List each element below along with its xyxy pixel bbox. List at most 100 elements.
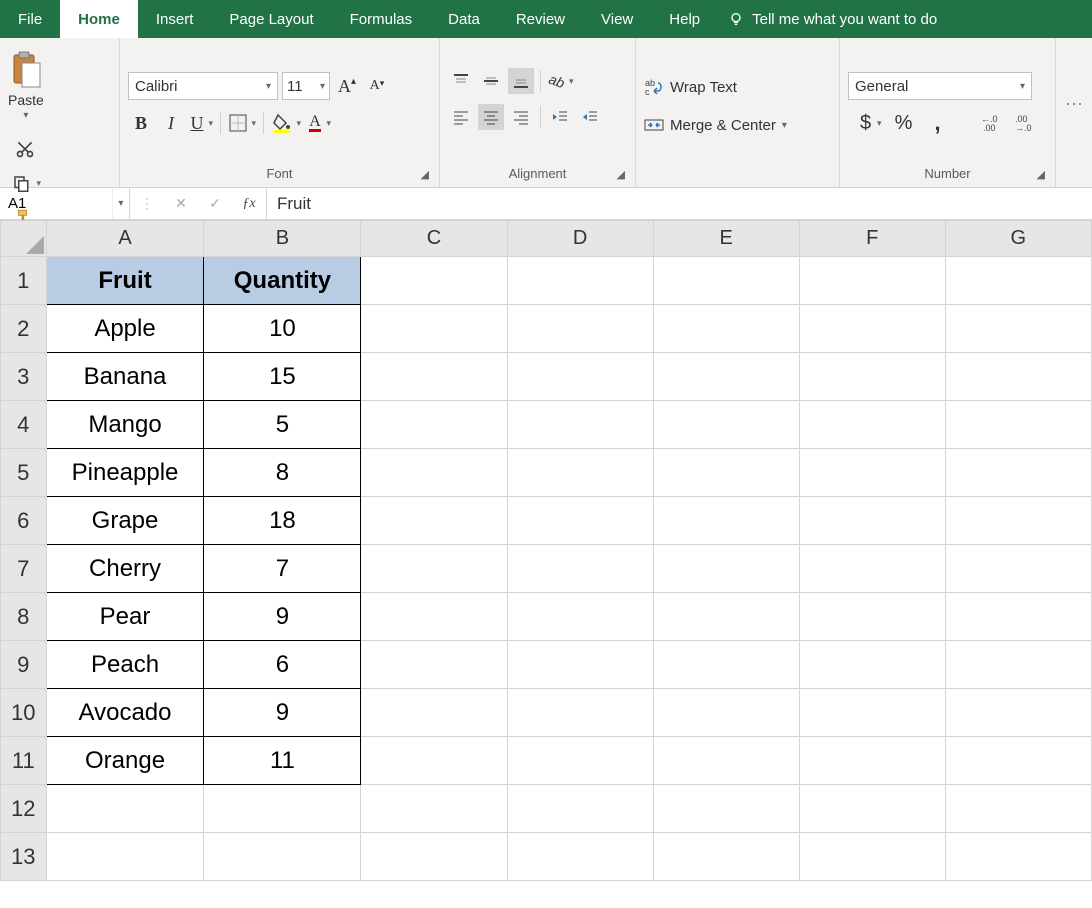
row-header-7[interactable]: 7 — [1, 545, 47, 593]
cell-A8[interactable]: Pear — [46, 593, 204, 641]
cell-G6[interactable] — [945, 497, 1091, 545]
cell-C6[interactable] — [361, 497, 507, 545]
bold-button[interactable]: B — [128, 110, 154, 136]
cell-F2[interactable] — [799, 305, 945, 353]
font-size-select[interactable]: 11▾ — [282, 72, 330, 100]
cell-A1[interactable]: Fruit — [46, 257, 204, 305]
cell-E12[interactable] — [653, 785, 799, 833]
cell-D8[interactable] — [507, 593, 653, 641]
cell-G3[interactable] — [945, 353, 1091, 401]
align-center-button[interactable] — [478, 104, 504, 130]
tell-me-search[interactable]: Tell me what you want to do — [718, 0, 947, 38]
cut-button[interactable] — [8, 135, 42, 163]
cell-D6[interactable] — [507, 497, 653, 545]
cell-D5[interactable] — [507, 449, 653, 497]
cell-E11[interactable] — [653, 737, 799, 785]
cell-C3[interactable] — [361, 353, 507, 401]
cell-D11[interactable] — [507, 737, 653, 785]
cell-G13[interactable] — [945, 833, 1091, 881]
cell-E5[interactable] — [653, 449, 799, 497]
orientation-button[interactable]: ab — [547, 68, 575, 94]
cell-G4[interactable] — [945, 401, 1091, 449]
cell-F10[interactable] — [799, 689, 945, 737]
increase-decimal-button[interactable]: ←.0.00 — [979, 110, 1005, 136]
cell-E1[interactable] — [653, 257, 799, 305]
cell-C8[interactable] — [361, 593, 507, 641]
cell-F6[interactable] — [799, 497, 945, 545]
cell-A13[interactable] — [46, 833, 204, 881]
borders-button[interactable] — [227, 110, 257, 136]
cell-E10[interactable] — [653, 689, 799, 737]
cell-F5[interactable] — [799, 449, 945, 497]
cell-F4[interactable] — [799, 401, 945, 449]
cell-G5[interactable] — [945, 449, 1091, 497]
cell-B12[interactable] — [204, 785, 361, 833]
tab-data[interactable]: Data — [430, 0, 498, 38]
column-header-D[interactable]: D — [507, 221, 653, 257]
formula-grip[interactable]: ⋮ — [130, 188, 164, 219]
cell-D13[interactable] — [507, 833, 653, 881]
cell-A6[interactable]: Grape — [46, 497, 204, 545]
cell-B1[interactable]: Quantity — [204, 257, 361, 305]
cell-A3[interactable]: Banana — [46, 353, 204, 401]
cell-B5[interactable]: 8 — [204, 449, 361, 497]
tab-insert[interactable]: Insert — [138, 0, 212, 38]
cell-C4[interactable] — [361, 401, 507, 449]
cell-F3[interactable] — [799, 353, 945, 401]
cell-G12[interactable] — [945, 785, 1091, 833]
cell-E4[interactable] — [653, 401, 799, 449]
formula-input[interactable]: Fruit — [267, 188, 1092, 219]
cell-F8[interactable] — [799, 593, 945, 641]
comma-button[interactable]: , — [925, 110, 951, 136]
cell-C7[interactable] — [361, 545, 507, 593]
cell-B10[interactable]: 9 — [204, 689, 361, 737]
column-header-G[interactable]: G — [945, 221, 1091, 257]
underline-button[interactable]: U — [188, 110, 214, 136]
insert-function-button[interactable]: ƒx — [232, 188, 266, 219]
cell-C12[interactable] — [361, 785, 507, 833]
cell-A7[interactable]: Cherry — [46, 545, 204, 593]
cell-A10[interactable]: Avocado — [46, 689, 204, 737]
cell-B4[interactable]: 5 — [204, 401, 361, 449]
cell-G7[interactable] — [945, 545, 1091, 593]
cell-C11[interactable] — [361, 737, 507, 785]
cell-C13[interactable] — [361, 833, 507, 881]
cell-G10[interactable] — [945, 689, 1091, 737]
cell-B3[interactable]: 15 — [204, 353, 361, 401]
cell-G8[interactable] — [945, 593, 1091, 641]
wrap-text-button[interactable]: abc Wrap Text — [644, 73, 831, 101]
cell-F7[interactable] — [799, 545, 945, 593]
align-top-button[interactable] — [448, 68, 474, 94]
select-all-corner[interactable] — [1, 221, 47, 257]
cell-B11[interactable]: 11 — [204, 737, 361, 785]
font-dialog-launcher[interactable]: ◢ — [421, 168, 429, 181]
row-header-12[interactable]: 12 — [1, 785, 47, 833]
decrease-indent-button[interactable] — [547, 104, 573, 130]
cell-D2[interactable] — [507, 305, 653, 353]
row-header-5[interactable]: 5 — [1, 449, 47, 497]
cell-B8[interactable]: 9 — [204, 593, 361, 641]
tab-view[interactable]: View — [583, 0, 651, 38]
name-box-dropdown[interactable]: ▾ — [112, 188, 129, 219]
alignment-dialog-launcher[interactable]: ◢ — [617, 168, 625, 181]
tab-formulas[interactable]: Formulas — [332, 0, 431, 38]
fill-color-button[interactable] — [270, 110, 302, 136]
row-header-6[interactable]: 6 — [1, 497, 47, 545]
cell-F11[interactable] — [799, 737, 945, 785]
cell-A9[interactable]: Peach — [46, 641, 204, 689]
cell-A2[interactable]: Apple — [46, 305, 204, 353]
tab-home[interactable]: Home — [60, 0, 138, 38]
cell-A11[interactable]: Orange — [46, 737, 204, 785]
cell-B7[interactable]: 7 — [204, 545, 361, 593]
spreadsheet-grid[interactable]: ABCDEFG1FruitQuantity2Apple103Banana154M… — [0, 220, 1092, 908]
row-header-9[interactable]: 9 — [1, 641, 47, 689]
align-right-button[interactable] — [508, 104, 534, 130]
cell-E2[interactable] — [653, 305, 799, 353]
column-header-A[interactable]: A — [46, 221, 204, 257]
cell-F9[interactable] — [799, 641, 945, 689]
cell-E8[interactable] — [653, 593, 799, 641]
cell-C5[interactable] — [361, 449, 507, 497]
row-header-1[interactable]: 1 — [1, 257, 47, 305]
font-color-button[interactable]: A — [306, 110, 332, 136]
cell-C2[interactable] — [361, 305, 507, 353]
